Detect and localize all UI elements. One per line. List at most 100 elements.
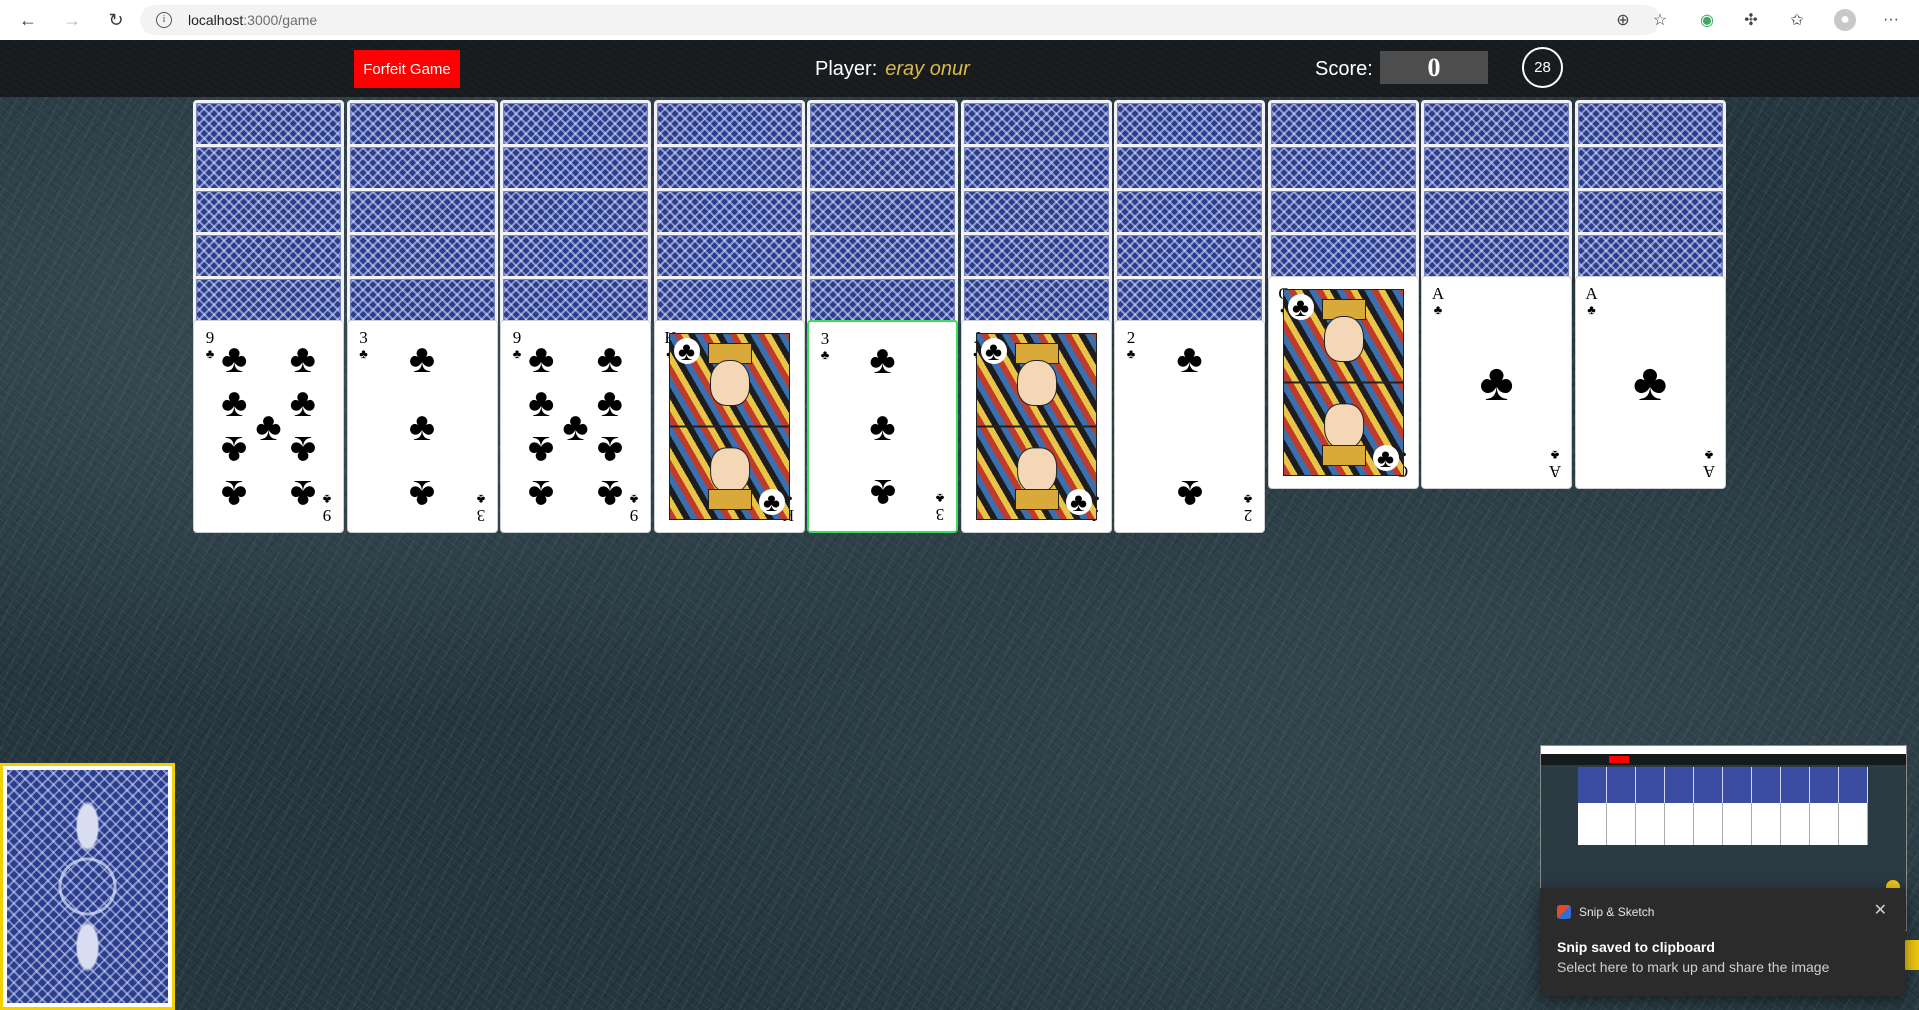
playing-card[interactable]: A ♣ A ♣ ♣ [1574,276,1726,489]
url-path: :3000/game [243,12,318,28]
club-suit-icon: ♣ [476,492,485,507]
card-rank: 3 [820,329,830,348]
club-pip-icon: ♣ [408,336,436,381]
site-info-icon[interactable]: i [156,12,172,28]
card-corner-index: 3 ♣ [474,491,488,525]
playing-card[interactable]: 3 ♣ 3 ♣ ♣ ♣ ♣ [807,320,958,533]
club-pip-icon: ♣ [221,472,248,517]
playing-card[interactable]: Q♣Q♣♣♣ [1267,276,1419,489]
card-rank: 2 [1126,328,1136,347]
notification-app-name: Snip & Sketch [1579,905,1655,919]
court-figure-part [709,359,751,407]
club-pip-icon: ♣ [528,427,555,472]
club-pip-icon: ♣ [1176,336,1203,381]
club-pip-icon: ♣ [1479,353,1514,412]
club-pip-icon: ♣ [596,381,623,426]
more-menu-icon[interactable]: ··· [1878,7,1904,33]
club-pip-icon: ♣ [221,427,248,472]
zoom-icon[interactable]: ⊕ [1610,7,1636,33]
extensions-puzzle-icon[interactable]: ✣ [1738,7,1764,33]
club-suit-icon: ♣ [1587,302,1596,317]
player-info: Player: eray onur [815,58,970,81]
card-rank: 9 [322,506,332,525]
snip-notification[interactable]: Snip & Sketch ✕ Snip saved to clipboard … [1540,888,1905,996]
playing-card[interactable]: A ♣ A ♣ ♣ [1421,276,1572,489]
playing-card[interactable]: 9 ♣ 9 ♣ ♣ ♣ ♣ ♣ ♣ ♣ ♣ ♣ ♣ [500,320,651,533]
club-pip-icon: ♣ [869,471,896,516]
club-suit-icon: ♣ [1433,302,1443,317]
profile-avatar-icon[interactable]: ● [1834,9,1856,31]
court-figure-part [1323,402,1365,450]
club-pip-icon: ♣ [869,404,896,449]
close-icon[interactable]: ✕ [1874,900,1887,920]
forfeit-button[interactable]: Forfeit Game [354,50,460,88]
club-suit-icon: ♣ [1550,448,1560,463]
snip-sketch-icon [1557,905,1571,919]
club-pip-icon: ♣ [528,472,555,517]
url-host: localhost [188,12,244,28]
preview-header [1541,754,1906,765]
score-label: Score: [1315,58,1373,80]
playing-card[interactable]: J♣J♣♣♣ [960,320,1112,533]
club-suit-icon: ♣ [820,347,830,362]
extension-icon[interactable]: ◉ [1694,7,1720,33]
club-pip-icon: ♣ [528,336,555,381]
preview-card-faces [1578,803,1868,845]
card-corner-index: 2 ♣ [1241,491,1255,525]
club-suit-icon: ♣ [673,338,700,364]
card-corner-index: A ♣ [1585,284,1599,318]
club-suit-icon: ♣ [1065,489,1092,515]
club-pip-icon: ♣ [1176,472,1203,517]
playing-card[interactable]: 2 ♣ 2 ♣ ♣ ♣ [1114,320,1265,533]
playing-card[interactable]: 3 ♣ 3 ♣ ♣ ♣ ♣ [346,320,498,533]
favorite-star-icon[interactable]: ☆ [1647,7,1673,33]
card-rank: 2 [1243,506,1253,525]
score-value: 0 [1380,51,1488,84]
card-rank: 3 [359,328,368,347]
notification-title: Snip saved to clipboard [1557,939,1715,955]
url-text[interactable]: localhost:3000/game [188,12,317,28]
court-figure-part [707,489,753,510]
club-suit-icon: ♣ [758,489,785,515]
card-corner-index: A ♣ [1431,284,1445,318]
browser-toolbar: ← → ↻ i localhost:3000/game ⊕ ☆ ◉ ✣ ✩ ● … [0,0,1919,41]
club-pip-icon: ♣ [596,336,623,381]
court-figure-part [1014,489,1060,510]
club-suit-icon: ♣ [359,346,368,361]
card-rank: 9 [512,328,522,347]
card-rank: A [1431,284,1445,303]
card-corner-index: A ♣ [1548,447,1562,481]
preview-card-backs [1578,767,1868,803]
club-pip-icon: ♣ [221,336,248,381]
playing-card[interactable]: K♣K♣♣♣ [653,320,805,533]
card-rank: A [1548,462,1562,481]
stock-pile[interactable] [0,763,175,1010]
court-figure-part [1323,315,1365,363]
card-corner-index: 3 ♣ [933,490,947,524]
club-suit-icon: ♣ [935,491,945,506]
court-card-portrait: ♣ ♣ [1282,289,1404,476]
court-figure-part [1321,445,1367,466]
address-bar[interactable]: i localhost:3000/game [140,5,1660,35]
club-suit-icon: ♣ [980,338,1007,364]
court-figure-part [1016,359,1058,407]
club-pip-icon: ♣ [869,337,896,382]
player-label: Player: [815,58,878,80]
forward-icon[interactable]: → [58,6,86,34]
player-name: eray onur [885,58,970,80]
court-figure-part [709,446,751,494]
club-suit-icon: ♣ [1243,492,1253,507]
club-pip-icon: ♣ [289,381,316,426]
club-pip-icon: ♣ [408,472,436,517]
back-icon[interactable]: ← [14,6,42,34]
club-suit-icon: ♣ [1372,445,1399,471]
reload-icon[interactable]: ↻ [102,6,130,34]
card-corner-index: 2 ♣ [1124,328,1138,362]
card-rank: A [1585,284,1598,303]
favorites-icon[interactable]: ✩ [1784,7,1810,33]
club-suit-icon: ♣ [1126,346,1136,361]
preview-browser-bar [1541,746,1906,754]
club-pip-icon: ♣ [289,336,316,381]
playing-card[interactable]: 9 ♣ 9 ♣ ♣ ♣ ♣ ♣ ♣ ♣ ♣ ♣ ♣ [193,320,344,533]
preview-forfeit [1609,756,1629,763]
